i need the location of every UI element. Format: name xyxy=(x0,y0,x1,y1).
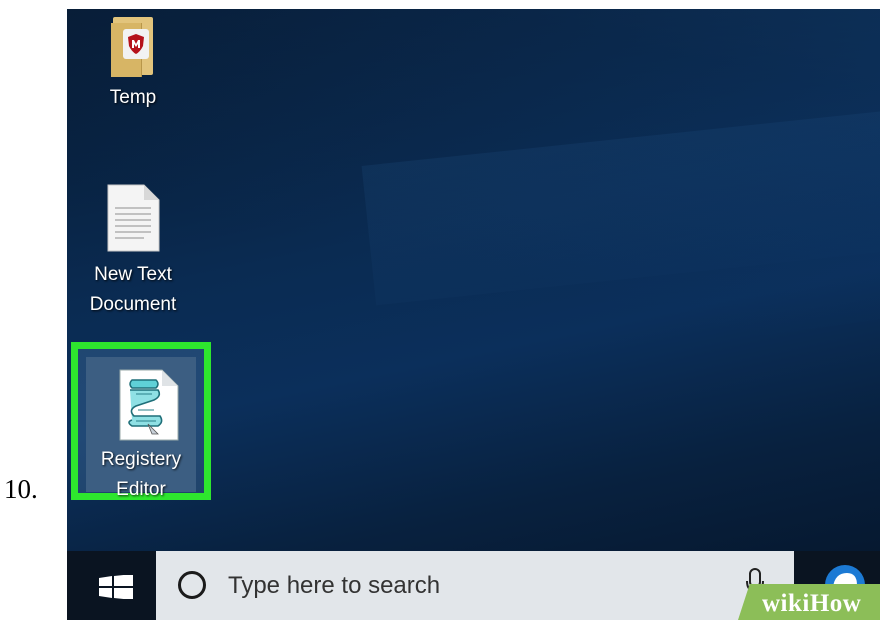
registry-editor-icon xyxy=(114,368,180,442)
selection-background: Registery Editor xyxy=(86,357,196,500)
desktop-icon-label: Temp xyxy=(109,87,157,108)
step-number: 10. xyxy=(4,474,38,504)
watermark-text-how: How xyxy=(809,590,862,617)
desktop-icon-new-text-document[interactable]: New Text Document xyxy=(76,184,190,320)
cortana-icon xyxy=(178,571,206,599)
desktop-icon-registry-editor[interactable]: Registery Editor xyxy=(71,342,211,500)
start-button[interactable] xyxy=(81,551,153,620)
desktop-icon-label: Registery Editor xyxy=(100,449,182,500)
wallpaper-light-beam-secondary xyxy=(361,92,880,306)
desktop-icon-temp[interactable]: Temp xyxy=(76,15,190,113)
taskbar-search-box[interactable] xyxy=(156,551,794,620)
desktop-icon-label: New Text Document xyxy=(89,264,177,315)
text-document-icon xyxy=(106,184,160,252)
search-input[interactable] xyxy=(228,571,708,601)
folder-shield-icon xyxy=(111,15,155,77)
watermark-text-wiki: wiki xyxy=(762,590,810,617)
wikihow-watermark: wikiHow xyxy=(738,584,880,620)
windows-logo-icon xyxy=(99,575,133,599)
desktop[interactable]: Temp New Text Document Registery Editor … xyxy=(67,9,880,620)
